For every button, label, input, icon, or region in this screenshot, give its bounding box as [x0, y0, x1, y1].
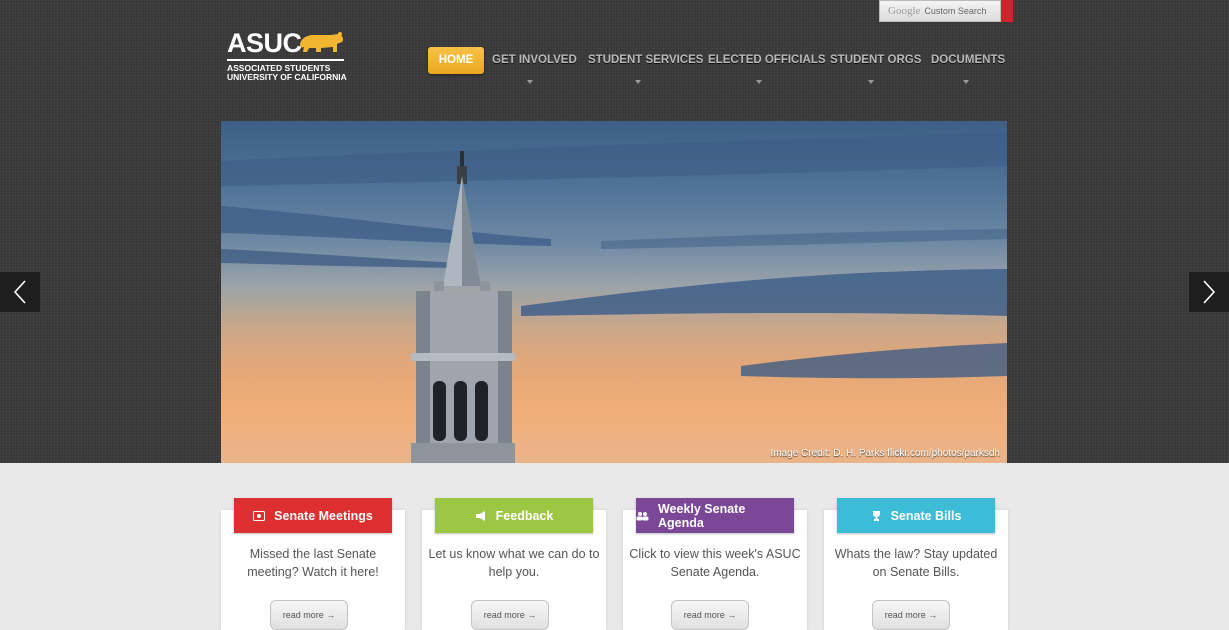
chevron-right-icon [1203, 280, 1216, 304]
image-credit[interactable]: Image Credit: D. H. Parks flickr.com/pho… [770, 448, 1000, 459]
asuc-logo[interactable]: ASUC ASSOCIATED STUDENTS UNIVERSITY OF C… [227, 28, 347, 82]
read-more-button[interactable]: read more → [872, 600, 950, 630]
nav-home[interactable]: HOME [428, 47, 484, 74]
group-icon [636, 511, 649, 520]
card-description-line: meeting? Watch it here! [247, 565, 379, 579]
card-description: Click to view this week's ASUC Senate Ag… [623, 545, 807, 581]
video-icon [253, 510, 266, 521]
chevron-down-icon [527, 80, 533, 84]
read-more-button[interactable]: read more → [270, 600, 348, 630]
card-title-label: Senate Bills [890, 508, 962, 523]
chevron-down-icon [635, 80, 641, 84]
card-description: Let us know what we can do to help you. [422, 545, 606, 581]
card-title-label: Senate Meetings [274, 508, 373, 523]
campanile-photo [221, 133, 1007, 463]
read-more-button[interactable]: read more → [471, 600, 549, 630]
card-title-label: Feedback [495, 508, 554, 523]
card-description-line: Click to view this week's ASUC [629, 547, 801, 561]
card-description: Missed the last Senate meeting? Watch it… [221, 545, 405, 581]
chevron-down-icon [868, 80, 874, 84]
card-description-line: Whats the law? Stay updated [834, 547, 998, 561]
card-title-label: Weekly Senate Agenda [657, 501, 746, 530]
card-description-line: Missed the last Senate [249, 547, 377, 561]
chevron-left-icon [13, 280, 26, 304]
logo-divider [227, 59, 344, 61]
slider-next-button[interactable] [1189, 272, 1229, 312]
search-label: Custom Search [924, 6, 987, 16]
search-button[interactable] [1001, 0, 1013, 22]
logo-subtitle-2: UNIVERSITY OF CALIFORNIA [227, 72, 347, 82]
card-title-senate-bills[interactable]: Senate Bills [837, 498, 995, 533]
card-title-senate-meetings[interactable]: Senate Meetings [234, 498, 392, 533]
card-description-line: on Senate Bills. [872, 565, 960, 579]
logo-wordmark: ASUC [227, 28, 302, 58]
search-input[interactable]: Google Custom Search [879, 0, 1001, 22]
card-title-weekly-senate-agenda[interactable]: Weekly Senate Agenda [636, 498, 794, 533]
card-description: Whats the law? Stay updated on Senate Bi… [824, 545, 1008, 581]
card-title-feedback[interactable]: Feedback [435, 498, 593, 533]
chevron-down-icon [756, 80, 762, 84]
trophy-icon [872, 510, 880, 521]
search-brand: Google [888, 5, 921, 17]
megaphone-icon [475, 510, 485, 521]
nav-student-services[interactable]: STUDENT SERVICES [588, 47, 703, 74]
hero-slide: Image Credit: D. H. Parks flickr.com/pho… [221, 121, 1007, 463]
nav-elected-officials[interactable]: ELECTED OFFICIALS [708, 47, 826, 74]
chevron-down-icon [963, 80, 969, 84]
nav-documents[interactable]: DOCUMENTS [931, 47, 1005, 74]
card-description-line: help you. [488, 565, 540, 579]
bear-icon [300, 32, 344, 52]
nav-student-orgs[interactable]: STUDENT ORGS [830, 47, 921, 74]
nav-get-involved[interactable]: GET INVOLVED [492, 47, 577, 74]
card-description-line: Let us know what we can do to [428, 547, 600, 561]
slider-prev-button[interactable] [0, 272, 40, 312]
card-description-line: Senate Agenda. [670, 565, 760, 579]
read-more-button[interactable]: read more → [671, 600, 749, 630]
